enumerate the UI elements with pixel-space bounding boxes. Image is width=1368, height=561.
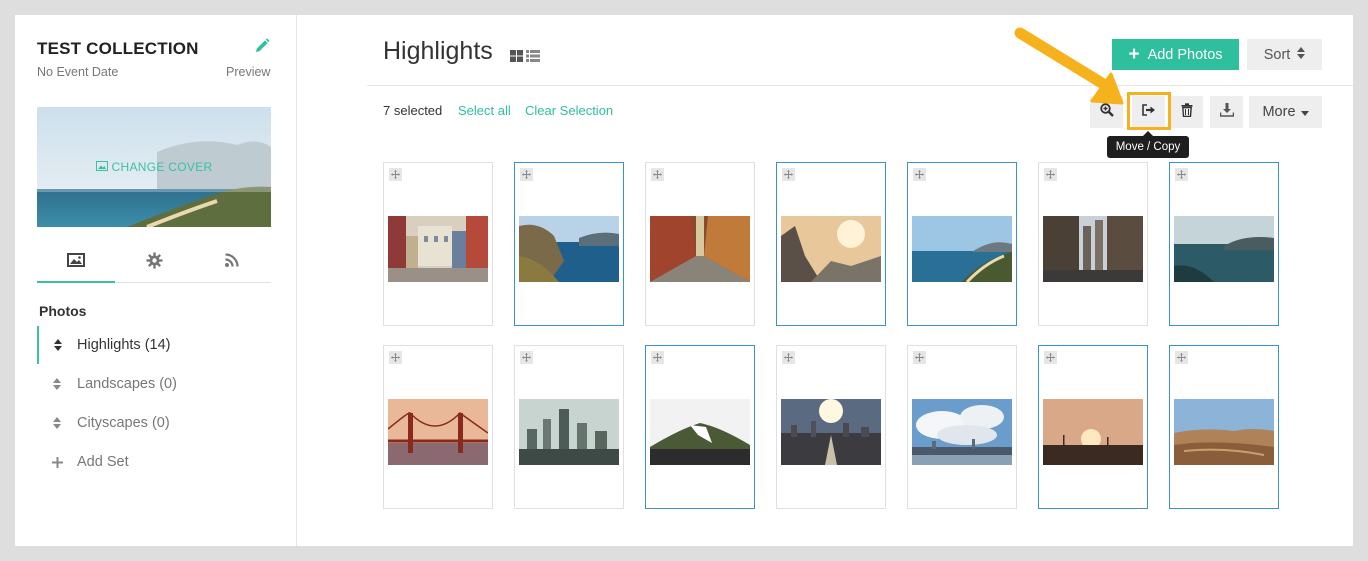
move-handle-icon[interactable] — [651, 351, 664, 364]
tab-feed[interactable] — [193, 243, 271, 282]
sidebar-tabs — [37, 243, 271, 283]
photo-card[interactable] — [514, 345, 624, 509]
move-handle-icon[interactable] — [1044, 351, 1057, 364]
caret-down-icon — [1300, 104, 1309, 120]
sidebar: TEST COLLECTION No Event Date Preview CH… — [15, 15, 297, 546]
more-label: More — [1262, 104, 1296, 120]
photo-thumbnail — [781, 216, 881, 282]
move-handle-icon[interactable] — [389, 168, 402, 181]
add-set-label: Add Set — [77, 454, 129, 470]
set-item-label: Highlights (14) — [77, 337, 171, 353]
photo-card[interactable] — [1169, 345, 1279, 509]
header-divider — [367, 85, 1353, 86]
sort-button[interactable]: Sort — [1247, 39, 1322, 70]
move-handle-icon[interactable] — [782, 168, 795, 181]
rss-icon — [224, 252, 240, 273]
change-cover-label: CHANGE COVER — [111, 160, 213, 174]
photo-card[interactable] — [776, 345, 886, 509]
event-date: No Event Date — [37, 65, 119, 79]
photo-thumbnail — [519, 399, 619, 465]
trash-icon — [1181, 102, 1193, 122]
delete-button[interactable] — [1170, 96, 1203, 128]
drag-sort-icon[interactable] — [39, 339, 77, 351]
move-handle-icon[interactable] — [651, 168, 664, 181]
photos-heading: Photos — [39, 303, 87, 319]
selected-count: 7 selected — [383, 103, 443, 118]
cover-image[interactable]: CHANGE COVER — [37, 107, 271, 227]
sort-caret-icon — [1297, 46, 1306, 63]
photo-card[interactable] — [776, 162, 886, 326]
photo-card[interactable] — [1038, 162, 1148, 326]
set-item-label: Landscapes (0) — [77, 376, 177, 392]
photo-thumbnail — [1043, 399, 1143, 465]
photo-thumbnail — [388, 216, 488, 282]
image-icon — [67, 252, 85, 272]
photo-card[interactable] — [1169, 162, 1279, 326]
preview-link[interactable]: Preview — [226, 65, 270, 79]
app-window: TEST COLLECTION No Event Date Preview CH… — [15, 15, 1353, 546]
download-button[interactable] — [1210, 96, 1243, 128]
move-handle-icon[interactable] — [1175, 351, 1188, 364]
plus-icon — [37, 456, 77, 468]
photo-thumbnail — [912, 216, 1012, 282]
clear-selection-link[interactable]: Clear Selection — [525, 103, 613, 118]
photo-card[interactable] — [645, 162, 755, 326]
photo-card[interactable] — [907, 345, 1017, 509]
move-handle-icon[interactable] — [1175, 168, 1188, 181]
page-title: Highlights — [383, 37, 493, 65]
set-item-label: Cityscapes (0) — [77, 415, 170, 431]
tab-photos[interactable] — [37, 243, 115, 283]
more-button[interactable]: More — [1249, 96, 1322, 128]
move-handle-icon[interactable] — [389, 351, 402, 364]
move-handle-icon[interactable] — [913, 351, 926, 364]
set-item-highlights[interactable]: Highlights (14) — [37, 326, 277, 364]
move-handle-icon[interactable] — [913, 168, 926, 181]
change-cover-button[interactable]: CHANGE COVER — [37, 107, 271, 227]
view-toggle — [510, 49, 540, 67]
tab-settings[interactable] — [115, 243, 193, 282]
drag-sort-icon[interactable] — [37, 417, 77, 429]
photo-card[interactable] — [514, 162, 624, 326]
photo-thumbnail — [781, 399, 881, 465]
photo-card[interactable] — [645, 345, 755, 509]
photo-thumbnail — [650, 216, 750, 282]
photo-card[interactable] — [1038, 345, 1148, 509]
photo-thumbnail — [519, 216, 619, 282]
select-all-link[interactable]: Select all — [458, 103, 511, 118]
download-icon — [1219, 102, 1234, 122]
add-set-button[interactable]: Add Set — [37, 443, 277, 481]
photo-thumbnail — [650, 399, 750, 465]
collection-title: TEST COLLECTION — [37, 39, 199, 58]
move-handle-icon[interactable] — [520, 168, 533, 181]
move-copy-tooltip: Move / Copy — [1107, 131, 1189, 158]
photo-card[interactable] — [383, 162, 493, 326]
set-item-cityscapes[interactable]: Cityscapes (0) — [37, 404, 277, 442]
move-handle-icon[interactable] — [1044, 168, 1057, 181]
pencil-icon[interactable] — [253, 37, 271, 55]
photo-thumbnail — [1043, 216, 1143, 282]
gear-icon — [146, 252, 163, 274]
photo-card[interactable] — [383, 345, 493, 509]
list-view-icon[interactable] — [526, 49, 540, 67]
set-item-landscapes[interactable]: Landscapes (0) — [37, 365, 277, 403]
picture-icon — [95, 160, 108, 174]
sort-label: Sort — [1263, 46, 1291, 63]
photo-thumbnail — [912, 399, 1012, 465]
photo-thumbnail — [1174, 216, 1274, 282]
move-handle-icon[interactable] — [520, 351, 533, 364]
annotation-arrow — [1014, 27, 1124, 105]
photo-thumbnail — [388, 399, 488, 465]
photo-card[interactable] — [907, 162, 1017, 326]
grid-view-icon[interactable] — [510, 49, 523, 67]
photo-thumbnail — [1174, 399, 1274, 465]
move-handle-icon[interactable] — [782, 351, 795, 364]
drag-sort-icon[interactable] — [37, 378, 77, 390]
